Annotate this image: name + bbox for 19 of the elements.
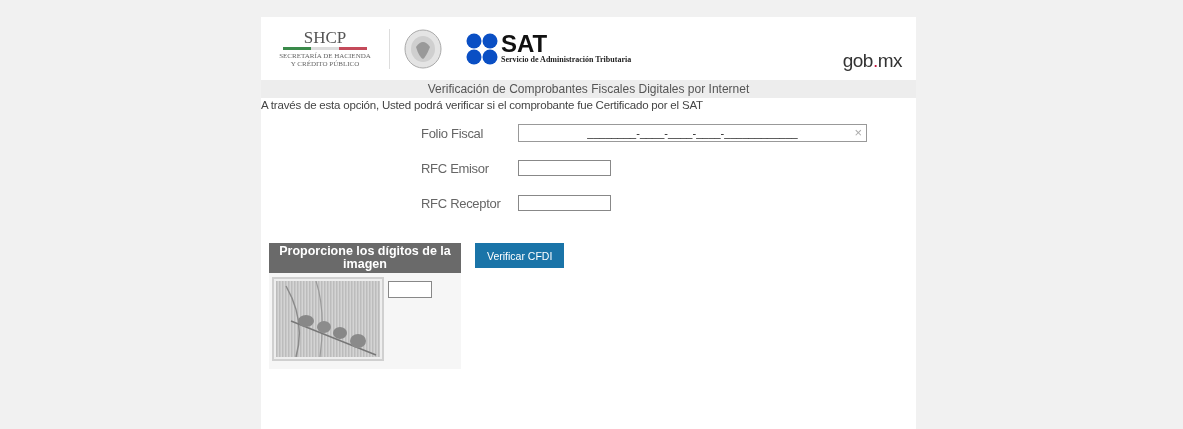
field-value: ________-____-____-____-____________ <box>587 127 798 139</box>
field-label: Folio Fiscal <box>421 125 485 141</box>
folio-field[interactable]: ________-____-____-____-____________ × <box>518 124 867 142</box>
input-field[interactable] <box>518 160 611 176</box>
sat-dots-icon <box>466 32 498 65</box>
intro-text: A través de esta opción, Usted podrá verificar si el comprobante fue Certificado por el SAT <box>261 99 704 111</box>
verify-button[interactable]: Verificar CFDI <box>475 243 565 268</box>
input-field[interactable] <box>518 195 611 211</box>
sat-subtitle: Servicio de Administración Tributaria <box>501 55 632 64</box>
sat-logo-text: SAT <box>501 33 548 55</box>
field-label: RFC Receptor <box>421 195 502 211</box>
tricolor-line-icon <box>283 47 367 50</box>
title-bar: Verificación de Comprobantes Fiscales Digitales por Internet <box>261 80 916 98</box>
captcha-title: Proporcione los dígitos de la imagen <box>269 243 461 273</box>
captcha-input-field[interactable] <box>388 281 432 298</box>
gob-logo-text: gob.mx <box>842 49 902 72</box>
field-label: RFC Emisor <box>421 160 490 176</box>
seal-icon <box>404 28 442 69</box>
shcp-logo-text: SHCP <box>303 29 347 47</box>
